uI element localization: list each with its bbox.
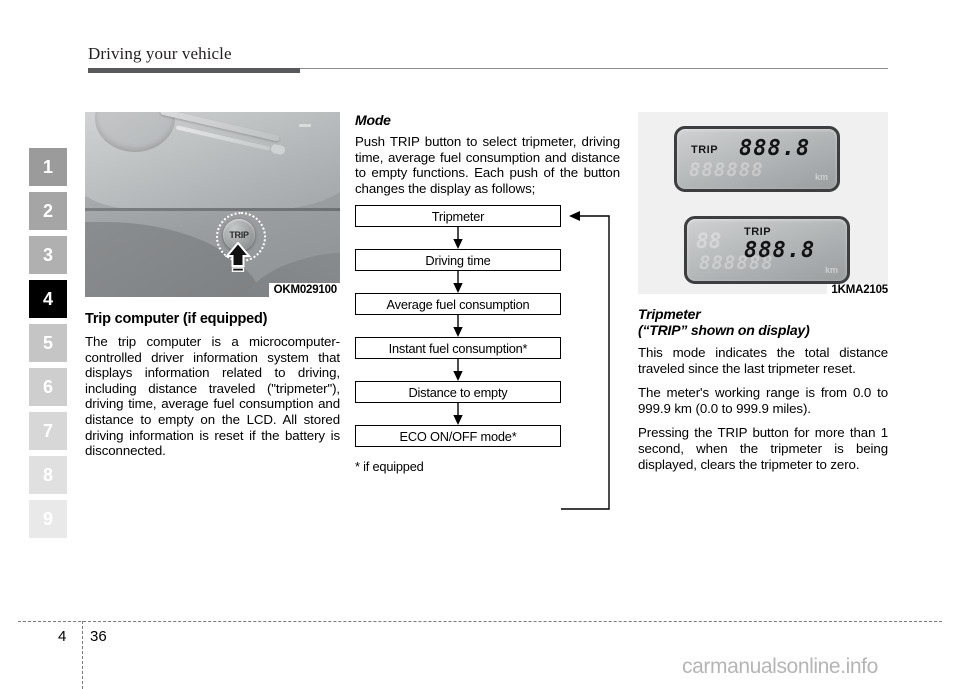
tripmeter-heading-line2: (“TRIP” shown on display) [638,322,810,338]
arrow-down-icon [453,359,463,382]
chapter-tab-2[interactable]: 2 [29,192,67,230]
flow-step-distance-to-empty: Distance to empty [355,381,561,404]
left-column: TRIP OKM029100 Trip computer (if equippe… [85,112,340,468]
tripmeter-paragraph-3: Pressing the TRIP button for more than 1… [638,425,888,472]
callout-arrow-icon [225,242,251,272]
flow-connector-2 [355,271,561,294]
chapter-tab-label: 2 [42,200,53,221]
lcd-ghost-segment: 88 [696,229,722,253]
flow-connector-5 [355,403,561,426]
flow-step-label: Tripmeter [431,208,485,224]
arrow-down-icon [453,315,463,338]
mode-paragraph: Push TRIP button to select tripmeter, dr… [355,134,620,196]
footer-divider-vertical [82,621,83,689]
page-header: Driving your vehicle [88,44,888,64]
chapter-tab-1[interactable]: 1 [29,148,67,186]
arrow-down-icon [453,403,463,426]
chapter-tab-label: 9 [42,508,53,529]
chapter-tab-label: 8 [42,464,53,485]
flow-step-average-fuel-consumption: Average fuel consumption [355,293,561,316]
chapter-tab-label: 1 [42,156,53,177]
arrow-down-icon [453,227,463,250]
chapter-tab-rail: 1 2 3 4 5 6 7 8 9 [29,148,67,544]
tripmeter-heading-line1: Tripmeter [638,306,701,322]
chapter-tab-label: 5 [42,332,53,353]
tripmeter-paragraph-2: The meter's working range is from 0.0 to… [638,385,888,416]
flow-step-label: Distance to empty [408,384,508,400]
flow-connector-3 [355,315,561,338]
page-title: Driving your vehicle [88,44,232,63]
chapter-tab-4-active[interactable]: 4 [29,280,67,318]
dashboard-photo: TRIP OKM029100 [85,112,340,297]
flow-step-driving-time: Driving time [355,249,561,272]
chapter-tab-label: 4 [42,288,53,309]
footer-chapter-number: 4 [58,628,67,645]
flow-footnote: * if equipped [355,459,424,475]
tripmeter-paragraph-1: This mode indicates the total distance t… [638,345,888,376]
site-watermark: carmanualsonline.info [682,655,878,678]
chapter-tab-6[interactable]: 6 [29,368,67,406]
trip-computer-heading: Trip computer (if equipped) [85,311,268,327]
footer-page-number: 36 [90,628,107,645]
lcd-display-tripmeter-top: TRIP 888.8 888888 km [674,126,840,192]
lcd-ghost-digits: 888888 [699,252,774,274]
dash-seam [85,208,340,211]
lcd-trip-label: TRIP [691,144,719,156]
flow-step-label: ECO ON/OFF mode* [399,428,517,444]
lcd-figure: TRIP 888.8 888888 km 88 TRIP 888.8 88888… [638,112,888,296]
flow-connector-4 [355,359,561,382]
flow-step-instant-fuel-consumption: Instant fuel consumption* [355,337,561,360]
chapter-tab-7[interactable]: 7 [29,412,67,450]
mode-flow-diagram: Tripmeter Driving time Average fuel cons… [355,205,620,511]
flow-connector-1 [355,227,561,250]
chapter-tab-8[interactable]: 8 [29,456,67,494]
dash-marking [299,124,311,127]
flow-step-label: Average fuel consumption [386,296,530,312]
chapter-tab-3[interactable]: 3 [29,236,67,274]
flow-step-tripmeter: Tripmeter [355,205,561,228]
chapter-tab-label: 3 [42,244,53,265]
header-rule-accent [88,68,300,73]
mode-heading: Mode [355,112,391,128]
flow-step-eco-on-off-mode: ECO ON/OFF mode* [355,425,561,448]
figure-caption-right: 1KMA2105 [827,284,888,296]
trip-computer-paragraph: The trip computer is a microcomputer-con… [85,334,340,459]
lcd-digits: 888.8 [739,136,811,161]
chapter-tab-9[interactable]: 9 [29,500,67,538]
right-column: TRIP 888.8 888888 km 88 TRIP 888.8 88888… [638,112,888,481]
lcd-unit-label: km [814,172,828,182]
chapter-tab-label: 7 [42,420,53,441]
figure-caption-left: OKM029100 [268,283,340,297]
lcd-unit-label: km [824,265,838,275]
lcd-display-tripmeter-bottom: 88 TRIP 888.8 888888 km [684,216,850,284]
middle-column: Mode Push TRIP button to select tripmete… [355,112,620,511]
flow-step-label: Driving time [425,252,491,268]
footer-divider-horizontal [18,621,942,622]
lcd-trip-label: TRIP [744,226,772,238]
arrow-down-icon [453,271,463,294]
chapter-tab-label: 6 [42,376,53,397]
lcd-ghost-digits: 888888 [689,159,764,181]
chapter-tab-5[interactable]: 5 [29,324,67,362]
flow-step-label: Instant fuel consumption* [388,340,528,356]
